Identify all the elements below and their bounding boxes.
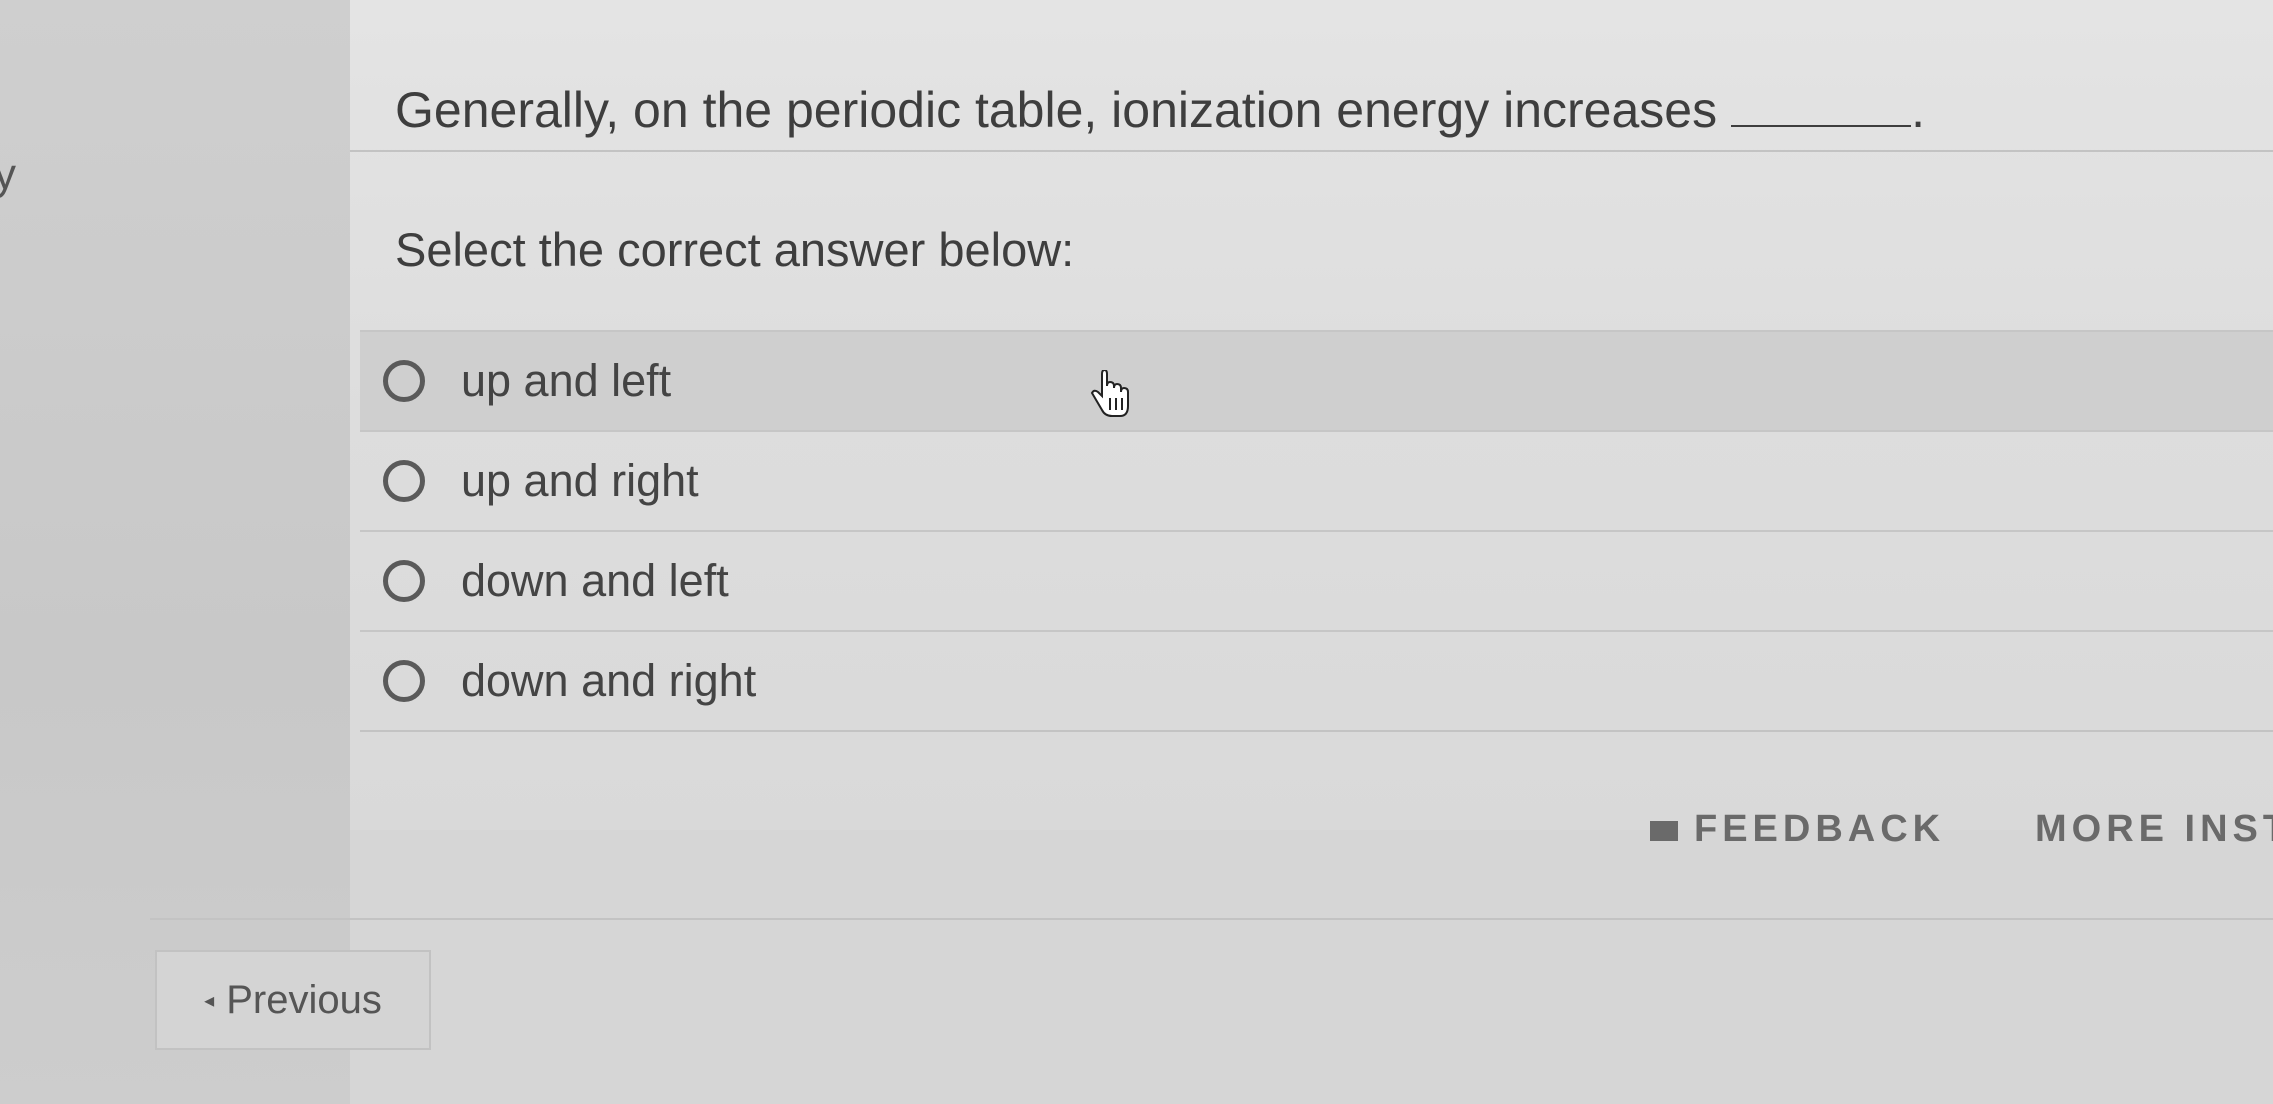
answer-option-3[interactable]: down and left — [360, 530, 2273, 630]
more-instructions-label: MORE INST — [2035, 808, 2273, 850]
answer-option-2[interactable]: up and right — [360, 430, 2273, 530]
answer-option-4[interactable]: down and right — [360, 630, 2273, 730]
option-label: up and right — [461, 455, 699, 506]
options-bottom-divider — [360, 730, 2273, 732]
feedback-label: FEEDBACK — [1694, 808, 1946, 850]
left-caret-icon: ◂ — [204, 989, 215, 1012]
hand-cursor-icon — [1090, 370, 1129, 417]
answer-blank — [1731, 75, 1912, 127]
feedback-icon — [1650, 820, 1678, 841]
radio-button[interactable] — [383, 460, 425, 502]
answer-prompt: Select the correct answer below: — [395, 223, 1075, 276]
radio-button[interactable] — [383, 660, 425, 702]
previous-button[interactable]: ◂ Previous — [155, 950, 431, 1050]
radio-button[interactable] — [383, 560, 425, 602]
more-instructions-tab[interactable]: MORE INST — [2035, 808, 2273, 851]
question-end: . — [1911, 82, 1925, 138]
divider — [350, 150, 2273, 152]
question-stem: Generally, on the periodic table, ioniza… — [395, 82, 1718, 138]
side-nav-fragment: y — [0, 150, 16, 199]
previous-label: Previous — [226, 977, 382, 1022]
left-margin — [0, 0, 350, 1104]
option-label: down and left — [461, 555, 729, 606]
option-label: down and right — [461, 655, 757, 706]
question-text: Generally, on the periodic table, ioniza… — [395, 75, 1925, 139]
feedback-tab[interactable]: FEEDBACK — [1650, 808, 1945, 851]
footer-divider — [150, 918, 2273, 920]
option-label: up and left — [461, 355, 672, 406]
answer-option-1[interactable]: up and left — [360, 330, 2273, 430]
radio-button[interactable] — [383, 360, 425, 402]
